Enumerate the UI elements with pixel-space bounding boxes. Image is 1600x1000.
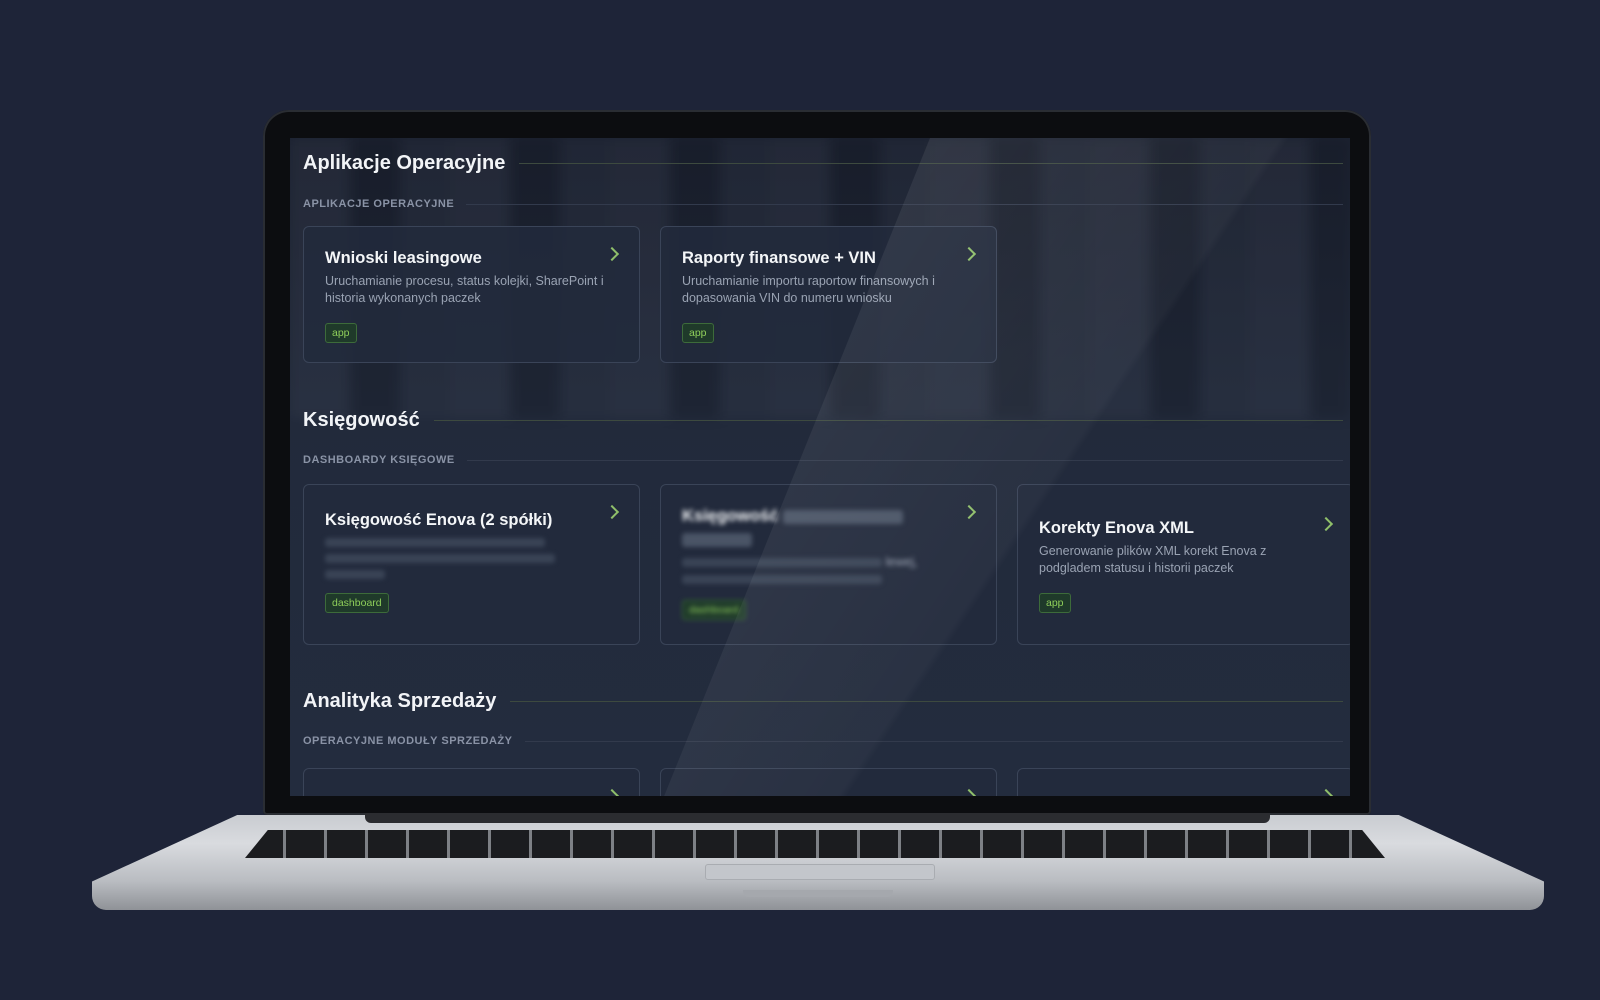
card-ksiegowosc-enova[interactable]: Księgowość Enova (2 spółki) dashboard — [303, 484, 640, 645]
card-partial[interactable] — [660, 768, 997, 796]
section-title-text: Aplikacje Operacyjne — [303, 152, 506, 174]
card-title: Raporty finansowe + VIN — [682, 249, 876, 267]
divider — [510, 701, 1343, 702]
section-subtitle-aplikacje: APLIKACJE OPERACYJNE — [303, 198, 1343, 210]
card-title: Księgowość Enova (2 spółki) — [325, 511, 553, 529]
card-tag: app — [1039, 593, 1071, 613]
chevron-right-icon — [1318, 788, 1334, 796]
card-partial[interactable] — [303, 768, 640, 796]
card-title-text: Księgowość — [682, 507, 779, 525]
card-tag: dashboard — [682, 600, 746, 620]
card-raporty-finansowe[interactable]: Raporty finansowe + VIN Uruchamianie imp… — [660, 226, 997, 363]
card-tag: app — [325, 323, 357, 343]
trackpad — [705, 864, 935, 880]
section-title-aplikacje: Aplikacje Operacyjne — [303, 152, 1343, 175]
divider — [433, 420, 1343, 421]
blurred-text — [682, 533, 752, 547]
card-title: Korekty Enova XML — [1039, 519, 1194, 537]
divider — [519, 163, 1343, 164]
card-description: Uruchamianie procesu, status kolejki, Sh… — [325, 274, 604, 305]
section-subtitle-text: DASHBOARDY KSIĘGOWE — [303, 454, 455, 466]
keyboard — [245, 830, 1385, 858]
section-title-text: Analityka Sprzedaży — [303, 690, 497, 712]
laptop-notch — [743, 890, 893, 897]
card-korekty-enova-xml[interactable]: Korekty Enova XML Generowanie plików XML… — [1017, 484, 1350, 645]
divider — [466, 203, 1343, 205]
section-title-analityka: Analityka Sprzedaży — [303, 690, 1343, 713]
chevron-right-icon — [961, 788, 977, 796]
chevron-right-icon — [604, 788, 620, 796]
card-description: lewej, — [682, 555, 976, 569]
card-title: Wnioski leasingowe — [325, 249, 482, 267]
section-subtitle-text: OPERACYJNE MODUŁY SPRZEDAŻY — [303, 735, 513, 747]
card-description: Generowanie plików XML korekt Enova z po… — [1039, 544, 1267, 575]
card-tag: app — [682, 323, 714, 343]
laptop-hinge — [365, 813, 1270, 823]
card-tag: dashboard — [325, 593, 389, 613]
section-title-text: Księgowość — [303, 409, 420, 431]
section-subtitle-ksiegowosc: DASHBOARDY KSIĘGOWE — [303, 454, 1343, 466]
screen: Aplikacje Operacyjne APLIKACJE OPERACYJN… — [290, 138, 1350, 796]
card-partial[interactable] — [1017, 768, 1350, 796]
card-ksiegowosc-blurred[interactable]: Księgowość lewej, dashboard — [660, 484, 997, 645]
divider — [524, 740, 1343, 742]
section-subtitle-text: APLIKACJE OPERACYJNE — [303, 198, 455, 210]
card-wnioski-leasingowe[interactable]: Wnioski leasingowe Uruchamianie procesu,… — [303, 226, 640, 363]
card-title: Księgowość — [682, 505, 976, 527]
section-subtitle-analityka: OPERACYJNE MODUŁY SPRZEDAŻY — [303, 735, 1343, 747]
card-description-blurred — [325, 538, 619, 579]
blurred-text — [682, 575, 882, 584]
divider — [466, 459, 1343, 461]
section-title-ksiegowosc: Księgowość — [303, 409, 1343, 432]
blurred-text — [782, 509, 903, 524]
card-description: Uruchamianie importu raportow finansowyc… — [682, 274, 935, 305]
